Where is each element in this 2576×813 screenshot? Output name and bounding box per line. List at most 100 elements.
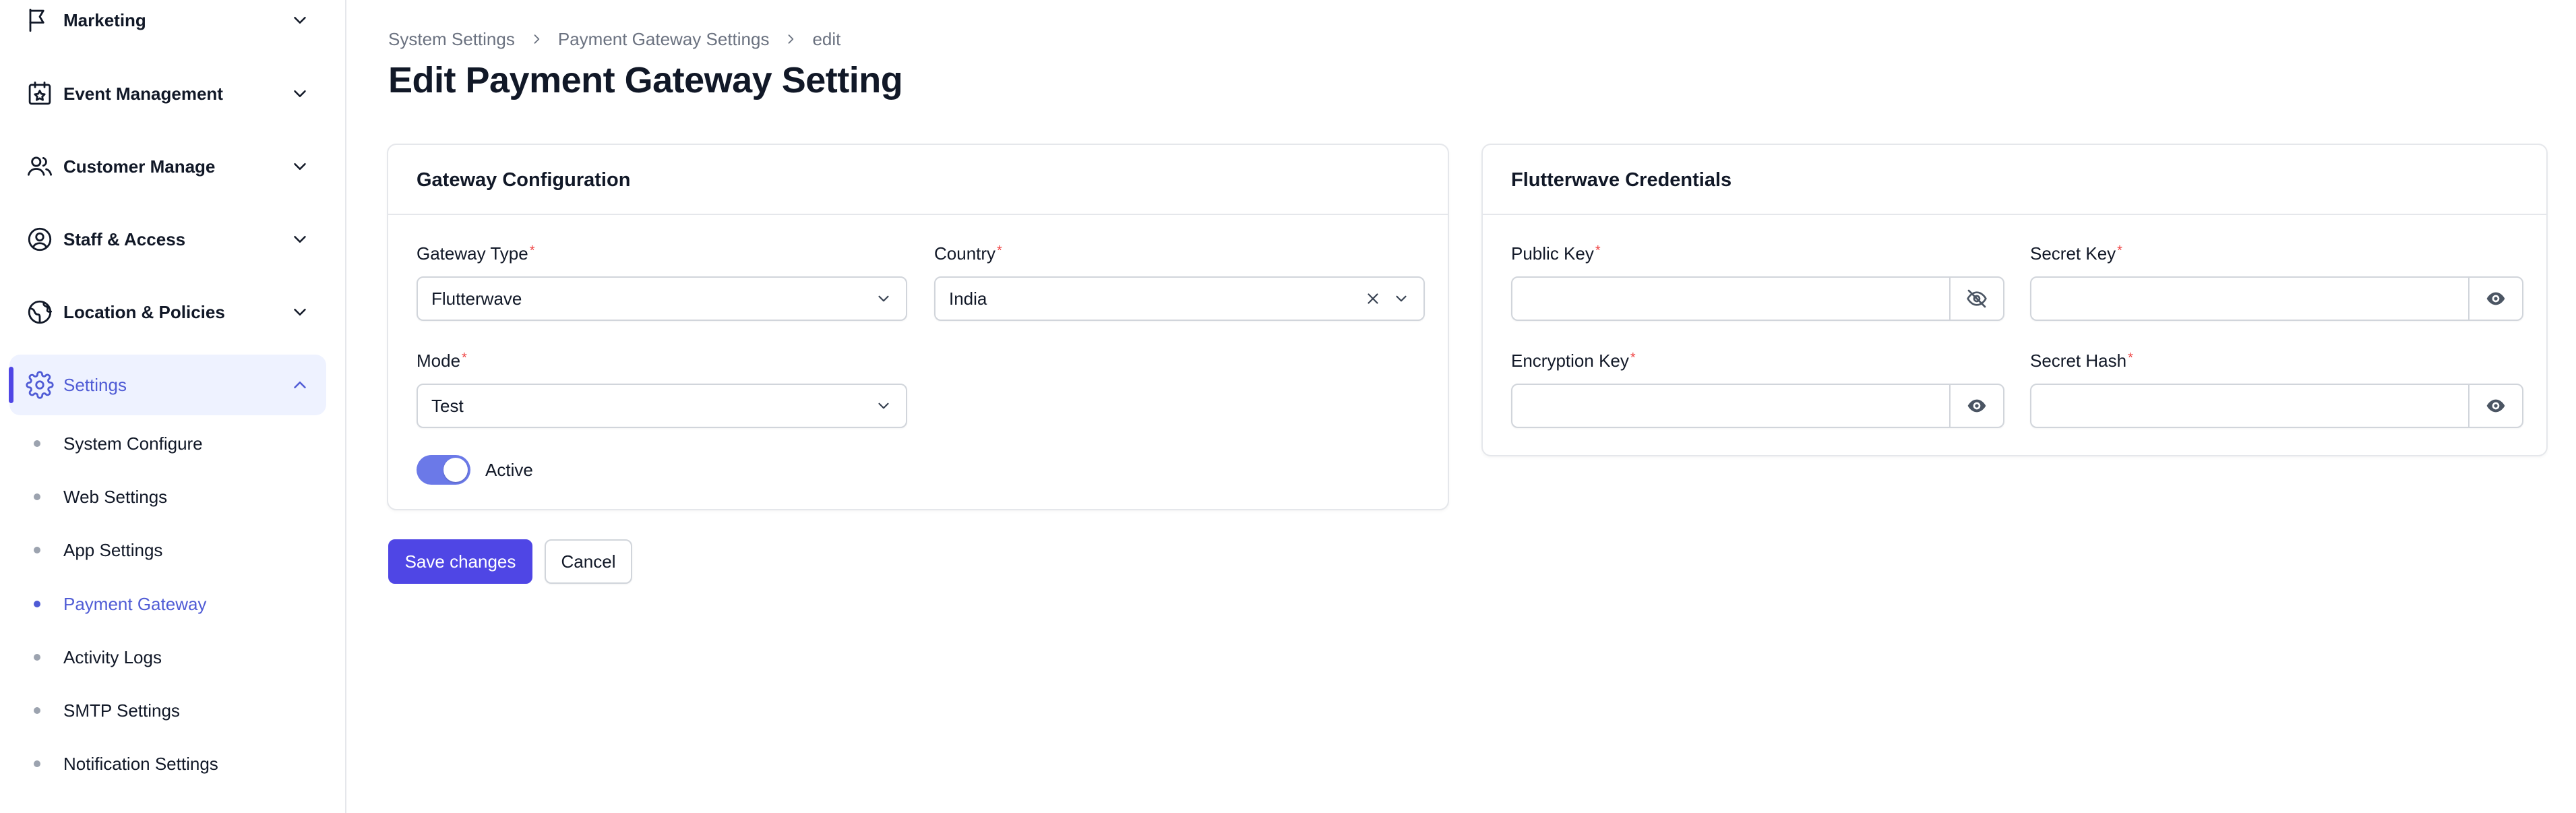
- gateway-configuration-card: Gateway Configuration Gateway Type * Flut…: [387, 144, 1449, 510]
- bullet-dot: [34, 547, 40, 553]
- secret-key-input[interactable]: [2031, 278, 2471, 320]
- chevron-down-icon: [290, 302, 310, 322]
- encryption-key-label: Encryption Key *: [1511, 351, 1636, 371]
- eye-icon[interactable]: [2468, 385, 2522, 427]
- secret-hash-input[interactable]: [2031, 385, 2471, 427]
- secret-hash-field: [2030, 384, 2523, 428]
- sidebar-group-label: Customer Manage: [63, 156, 216, 177]
- user-circle-icon: [26, 225, 54, 253]
- cancel-button[interactable]: Cancel: [545, 539, 632, 584]
- megaphone-icon: [26, 6, 54, 34]
- sidebar-group-event-management[interactable]: Event Management: [9, 63, 326, 124]
- chevron-down-icon: [290, 156, 310, 177]
- required-mark: *: [997, 243, 1002, 258]
- save-changes-button[interactable]: Save changes: [388, 539, 532, 584]
- globe-icon: [26, 298, 54, 326]
- breadcrumb: System Settings Payment Gateway Settings…: [388, 27, 840, 51]
- secret-hash-label: Secret Hash *: [2030, 351, 2133, 371]
- bullet-dot: [34, 760, 40, 767]
- country-label: Country *: [934, 243, 1002, 264]
- sidebar-group-customer-manage[interactable]: Customer Manage: [9, 136, 326, 197]
- sidebar-group-label: Event Management: [63, 84, 223, 104]
- close-icon[interactable]: [1364, 290, 1382, 307]
- sidebar-item-system-configure[interactable]: System Configure: [0, 423, 337, 464]
- required-mark: *: [1595, 243, 1601, 258]
- gateway-type-label-text: Gateway Type: [417, 243, 528, 264]
- breadcrumb-payment-gateway-settings[interactable]: Payment Gateway Settings: [558, 29, 770, 50]
- eye-off-icon[interactable]: [1949, 278, 2003, 320]
- country-select[interactable]: India: [934, 276, 1425, 321]
- bullet-dot: [34, 440, 40, 447]
- active-toggle[interactable]: [417, 455, 470, 485]
- public-key-field: [1511, 276, 2004, 321]
- sidebar-group-label: Location & Policies: [63, 302, 225, 322]
- required-mark: *: [2117, 243, 2122, 258]
- encryption-key-label-text: Encryption Key: [1511, 351, 1629, 371]
- breadcrumb-system-settings[interactable]: System Settings: [388, 29, 515, 50]
- sidebar-item-label: Payment Gateway: [63, 594, 207, 614]
- required-mark: *: [462, 351, 467, 365]
- flutterwave-credentials-card: Flutterwave Credentials Public Key * Secr…: [1481, 144, 2548, 456]
- sidebar-item-label: SMTP Settings: [63, 700, 180, 721]
- eye-icon[interactable]: [2468, 278, 2522, 320]
- gateway-type-value: Flutterwave: [431, 289, 522, 309]
- sidebar-item-label: Activity Logs: [63, 647, 162, 667]
- card-title: Flutterwave Credentials: [1511, 169, 1732, 191]
- country-value: India: [949, 289, 987, 309]
- secret-hash-label-text: Secret Hash: [2030, 351, 2127, 371]
- chevron-down-icon: [875, 290, 892, 307]
- chevron-right-icon: [530, 32, 543, 46]
- country-label-text: Country: [934, 243, 996, 264]
- calendar-star-icon: [26, 80, 54, 108]
- sidebar-item-web-settings[interactable]: Web Settings: [0, 477, 337, 517]
- bullet-dot: [34, 654, 40, 661]
- toggle-knob: [443, 458, 468, 482]
- sidebar-group-location-policies[interactable]: Location & Policies: [9, 282, 326, 342]
- secret-key-label-text: Secret Key: [2030, 243, 2116, 264]
- sidebar-group-label: Marketing: [63, 10, 146, 30]
- required-mark: *: [2128, 351, 2133, 365]
- sidebar-item-label: Notification Settings: [63, 754, 218, 774]
- sidebar-item-activity-logs[interactable]: Activity Logs: [0, 637, 337, 678]
- mode-label-text: Mode: [417, 351, 461, 371]
- secret-key-field: [2030, 276, 2523, 321]
- sidebar-group-staff-access[interactable]: Staff & Access: [9, 209, 326, 270]
- bullet-dot: [34, 707, 40, 714]
- gateway-type-select[interactable]: Flutterwave: [417, 276, 907, 321]
- public-key-input[interactable]: [1512, 278, 1952, 320]
- page-title: Edit Payment Gateway Setting: [388, 60, 903, 100]
- mode-select[interactable]: Test: [417, 384, 907, 428]
- gear-icon: [26, 371, 54, 399]
- chevron-down-icon: [290, 84, 310, 104]
- active-toggle-label: Active: [485, 460, 533, 480]
- card-header: Gateway Configuration: [388, 145, 1448, 215]
- public-key-label: Public Key *: [1511, 243, 1601, 264]
- chevron-down-icon: [875, 397, 892, 415]
- encryption-key-input[interactable]: [1512, 385, 1952, 427]
- required-mark: *: [529, 243, 535, 258]
- chevron-down-icon: [290, 10, 310, 30]
- sidebar-item-smtp-settings[interactable]: SMTP Settings: [0, 690, 337, 731]
- card-title: Gateway Configuration: [417, 169, 631, 191]
- sidebar-item-label: Web Settings: [63, 487, 168, 507]
- chevron-up-icon: [290, 375, 310, 395]
- sidebar-item-payment-gateway[interactable]: Payment Gateway: [0, 584, 337, 624]
- sidebar-item-label: App Settings: [63, 540, 163, 560]
- breadcrumb-edit: edit: [812, 28, 841, 49]
- active-indicator: [9, 367, 13, 403]
- users-icon: [26, 152, 54, 181]
- public-key-label-text: Public Key: [1511, 243, 1594, 264]
- sidebar-item-notification-settings[interactable]: Notification Settings: [0, 744, 337, 784]
- chevron-right-icon: [784, 32, 797, 46]
- eye-icon[interactable]: [1949, 385, 2003, 427]
- mode-value: Test: [431, 396, 464, 416]
- bullet-dot: [34, 493, 40, 500]
- sidebar-group-label: Staff & Access: [63, 229, 186, 249]
- gateway-type-label: Gateway Type *: [417, 243, 535, 264]
- required-mark: *: [1630, 351, 1636, 365]
- chevron-down-icon: [1392, 290, 1410, 307]
- sidebar-group-settings[interactable]: Settings: [9, 355, 326, 415]
- sidebar-item-app-settings[interactable]: App Settings: [0, 530, 337, 570]
- encryption-key-field: [1511, 384, 2004, 428]
- sidebar-group-marketing[interactable]: Marketing: [9, 0, 326, 51]
